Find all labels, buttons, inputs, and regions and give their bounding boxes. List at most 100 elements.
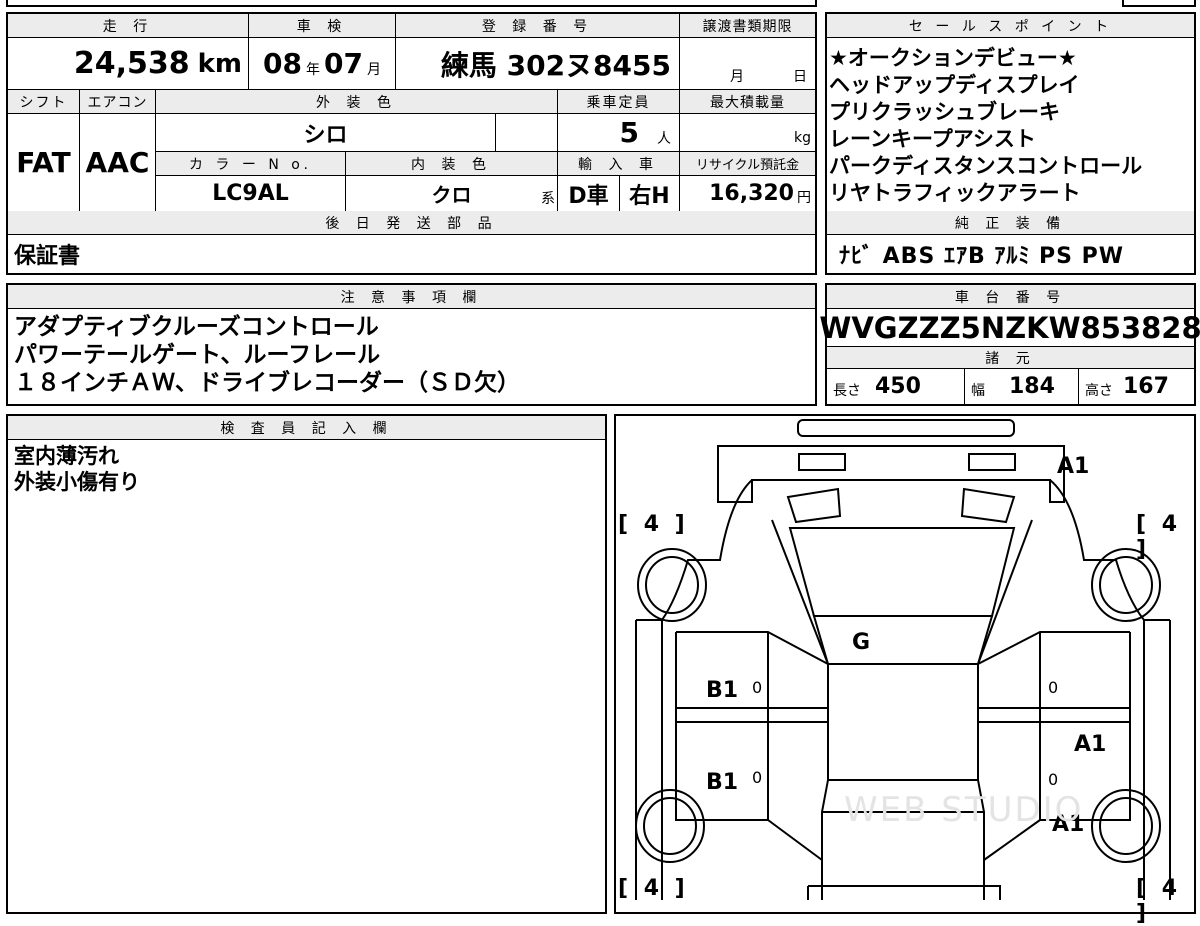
sales-points-header: セ ー ル ス ポ イ ン ト — [827, 14, 1194, 38]
recycle-value: 16,320 — [709, 181, 794, 206]
ac-cell: AAC — [80, 114, 156, 212]
inspector-lines: 室内薄汚れ 外装小傷有り — [14, 443, 140, 495]
color-no-cell: LC9AL — [156, 176, 346, 212]
tire-rear-left-label: [ 4 ] — [618, 876, 689, 901]
reg-number-cell: 練馬 302ヌ8455 — [396, 38, 680, 90]
ac-header: エアコン — [80, 90, 156, 114]
exterior-color-header: 外 装 色 — [156, 90, 558, 114]
vehicle-info-table: 走 行 車 検 登 録 番 号 譲渡書類期限 24,538 km 08 年 07… — [6, 12, 817, 215]
interior-color-unit: 系 — [541, 191, 555, 207]
mark-left-front-door: B1 — [706, 678, 739, 703]
shaken-year: 08 — [263, 47, 302, 80]
notes-header: 注 意 事 項 欄 — [8, 285, 815, 309]
inspector-line: 室内薄汚れ — [14, 444, 119, 468]
tire-rear-right-label: [ 4 ] — [1136, 876, 1182, 926]
capacity-value: 5 — [619, 116, 639, 149]
transfer-day-unit: 日 — [793, 69, 807, 85]
sales-point-item: レーンキープアシスト — [829, 127, 1036, 151]
chassis-box: 車 台 番 号 WVGZZZ5NZKW853828 諸 元 長さ 450 幅 1… — [819, 283, 1200, 406]
sales-point-item: ★オークションデビュー★ — [829, 46, 1077, 70]
transfer-deadline-cell: 月 日 — [680, 38, 815, 90]
capacity-unit: 人 — [657, 130, 671, 147]
reg-number-value: 練馬 302ヌ8455 — [440, 48, 671, 82]
specs-header: 諸 元 — [827, 347, 1194, 369]
inspector-line: 外装小傷有り — [14, 470, 140, 494]
mark-zero: 0 — [752, 678, 763, 697]
equipment-header: 純 正 装 備 — [827, 211, 1194, 235]
notes-line: １８インチＡＷ、ドライブレコーダー（ＳＤ欠） — [14, 370, 520, 396]
mileage-unit: km — [197, 48, 242, 79]
recycle-header: リサイクル預託金 — [680, 152, 815, 176]
import-value-2: 右H — [629, 183, 670, 209]
mileage-value: 24,538 — [73, 46, 190, 81]
shift-cell: FAT — [8, 114, 80, 212]
notes-box: 注 意 事 項 欄 アダプティブクルーズコントロール パワーテールゲート、ルーフ… — [6, 283, 817, 406]
watermark-text: WEB STUDIO — [844, 790, 1084, 830]
spec-height-cell: 高さ 167 — [1079, 369, 1194, 404]
spec-length-value: 450 — [875, 374, 921, 399]
shaken-year-unit: 年 — [306, 61, 320, 78]
spec-length-cell: 長さ 450 — [827, 369, 965, 404]
transfer-month-unit: 月 — [730, 69, 744, 85]
recycle-unit: 円 — [797, 189, 811, 206]
mark-windshield: G — [852, 630, 871, 655]
import-value-1: D車 — [568, 183, 609, 209]
car-diagram-box: [ 4 ] [ 4 ] [ 4 ] [ 4 ] A1 G B1 0 0 A1 B… — [614, 414, 1196, 926]
shaken-month: 07 — [324, 47, 363, 80]
spec-width-value: 184 — [1009, 374, 1055, 399]
ac-value: AAC — [85, 146, 150, 179]
import-cell-2: 右H — [620, 176, 680, 212]
color-no-value: LC9AL — [212, 181, 289, 206]
capacity-cell: 5 人 — [558, 114, 680, 152]
spec-length-label: 長さ — [833, 382, 861, 399]
spec-height-value: 167 — [1123, 374, 1169, 399]
shaken-cell: 08 年 07 月 — [249, 38, 396, 90]
shaken-header: 車 検 — [249, 14, 396, 38]
reg-number-header: 登 録 番 号 — [396, 14, 680, 38]
sales-point-item: プリクラッシュブレーキ — [829, 100, 1060, 124]
inspector-header: 検 査 員 記 入 欄 — [8, 416, 605, 440]
exterior-color-extra-cell — [496, 114, 558, 152]
spec-width-label: 幅 — [971, 382, 985, 399]
cut-top-row — [6, 0, 817, 7]
mileage-cell: 24,538 km — [8, 38, 249, 90]
interior-color-cell: クロ 系 — [346, 176, 558, 212]
delivery-parts-value: 保証書 — [14, 244, 81, 269]
max-load-header: 最大積載量 — [680, 90, 815, 114]
chassis-value: WVGZZZ5NZKW853828 — [819, 309, 1200, 347]
sales-point-item: ヘッドアップディスプレイ — [829, 73, 1080, 97]
spec-width-cell: 幅 184 — [965, 369, 1079, 404]
mark-zero: 0 — [752, 768, 763, 787]
car-diagram — [635, 419, 1171, 900]
transfer-deadline-header: 譲渡書類期限 — [680, 14, 815, 38]
sales-points-box: セ ー ル ス ポ イ ン ト ★オークションデビュー★ ヘッドアップディスプレ… — [825, 12, 1196, 215]
mark-right-rear-door: A1 — [1074, 732, 1107, 757]
equipment-box: 純 正 装 備 ﾅﾋﾞ ABS ｴｱB ｱﾙﾐ PS PW — [825, 211, 1196, 275]
equipment-value: ﾅﾋﾞ ABS ｴｱB ｱﾙﾐ PS PW — [839, 244, 1125, 269]
mark-front-bumper: A1 — [1057, 454, 1090, 479]
interior-color-header: 内 装 色 — [346, 152, 558, 176]
sales-points-list: ★オークションデビュー★ ヘッドアップディスプレイ プリクラッシュブレーキ レー… — [829, 45, 1142, 207]
sales-point-item: パークディスタンスコントロール — [829, 154, 1143, 178]
max-load-unit: kg — [794, 129, 811, 146]
mark-zero: 0 — [1048, 678, 1059, 697]
sales-point-item: リヤトラフィックアラート — [829, 181, 1081, 205]
recycle-cell: 16,320 円 — [680, 176, 815, 212]
exterior-color-value: シロ — [303, 122, 348, 148]
notes-line: アダプティブクルーズコントロール — [14, 314, 379, 340]
cut-top-row-right — [1122, 0, 1196, 7]
mark-left-rear-door: B1 — [706, 770, 739, 795]
tire-front-right-label: [ 4 ] — [1136, 512, 1182, 562]
notes-line: パワーテールゲート、ルーフレール — [14, 342, 381, 368]
exterior-color-cell: シロ — [156, 114, 496, 152]
import-cell-1: D車 — [558, 176, 620, 212]
notes-lines: アダプティブクルーズコントロール パワーテールゲート、ルーフレール １８インチＡ… — [14, 313, 520, 397]
shift-header: シフト — [8, 90, 80, 114]
tire-front-left-label: [ 4 ] — [618, 512, 689, 537]
interior-color-value: クロ — [431, 183, 472, 207]
shift-value: FAT — [16, 146, 71, 179]
inspector-box: 検 査 員 記 入 欄 室内薄汚れ 外装小傷有り — [6, 414, 607, 914]
shaken-month-unit: 月 — [366, 61, 381, 78]
chassis-header: 車 台 番 号 — [827, 285, 1194, 309]
delivery-parts-box: 後 日 発 送 部 品 保証書 — [6, 211, 817, 275]
